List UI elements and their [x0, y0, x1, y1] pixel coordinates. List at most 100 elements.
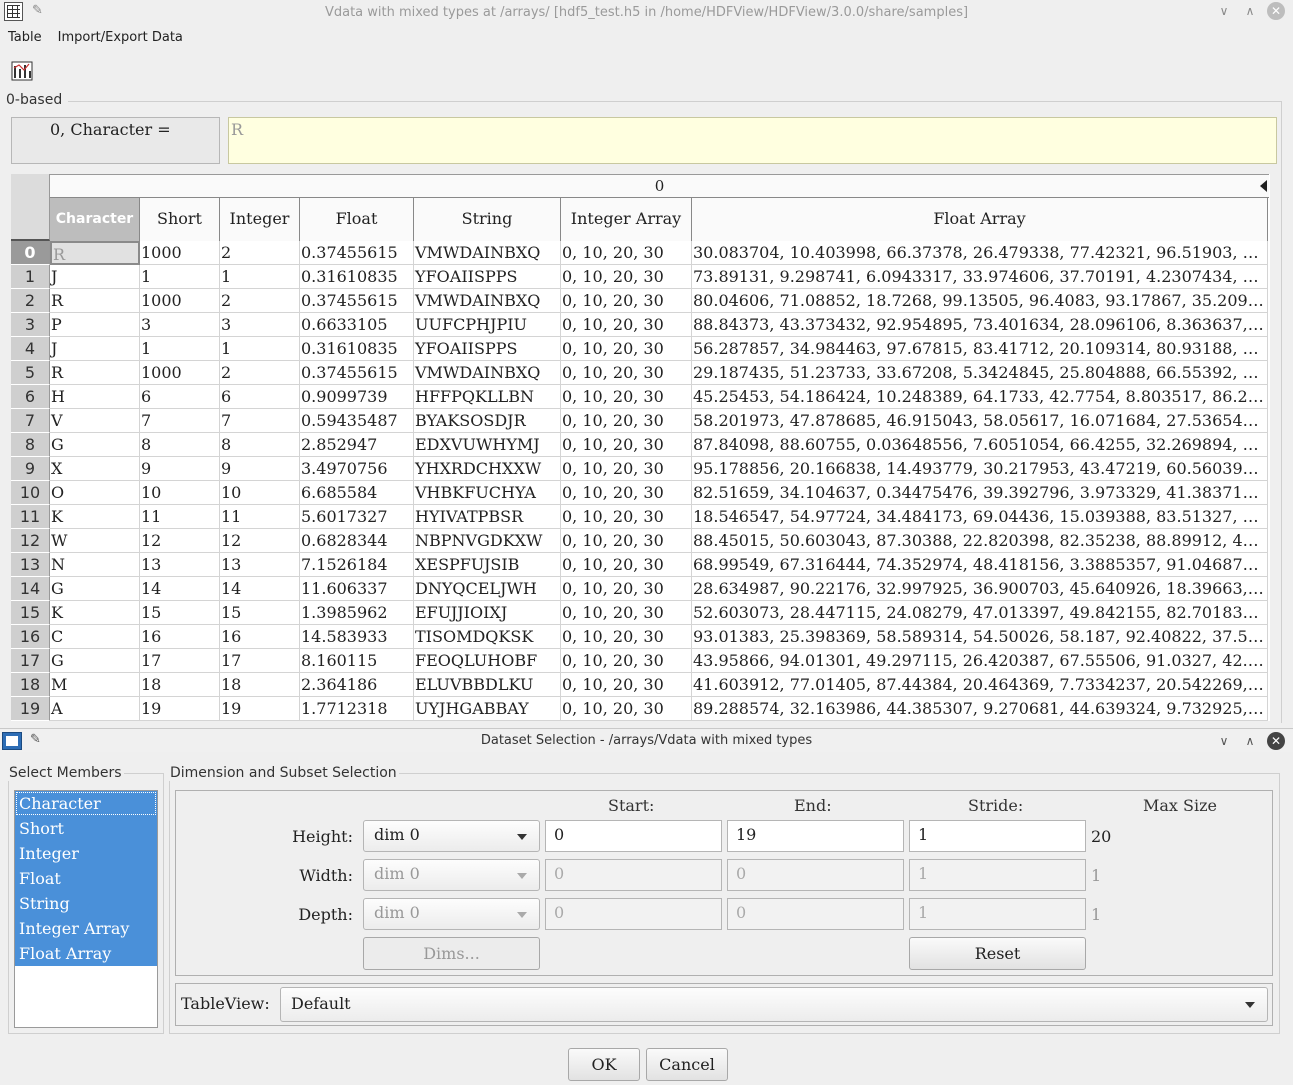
close-icon[interactable]: ✕ — [1267, 732, 1285, 750]
row-header[interactable]: 12 — [11, 529, 50, 553]
table-cell-integer[interactable]: 3 — [220, 313, 300, 337]
cell-value-editor[interactable]: R — [228, 117, 1277, 164]
table-cell-integer[interactable]: 11 — [220, 505, 300, 529]
row-header[interactable]: 6 — [11, 385, 50, 409]
row-header[interactable]: 14 — [11, 577, 50, 601]
table-cell-short[interactable]: 1 — [140, 265, 220, 289]
table-cell-float-array[interactable]: 88.45015, 50.603043, 87.30388, 22.820398… — [692, 529, 1268, 553]
width-stride-field[interactable]: 1 — [909, 859, 1086, 891]
member-item[interactable]: Short — [15, 816, 157, 841]
table-cell-float-array[interactable]: 87.84098, 88.60755, 0.03648556, 7.605105… — [692, 433, 1268, 457]
table-cell-integer-array[interactable]: 0, 10, 20, 30 — [561, 433, 692, 457]
table-cell-integer[interactable]: 2 — [220, 241, 300, 265]
row-header[interactable]: 1 — [11, 265, 50, 289]
table-cell-character[interactable]: A — [50, 697, 140, 721]
table-cell-string[interactable]: EFUJJIOIXJ — [414, 601, 561, 625]
width-start-field[interactable]: 0 — [545, 859, 722, 891]
dialog-titlebar[interactable]: ✎ Dataset Selection - /arrays/Vdata with… — [0, 728, 1293, 752]
row-header[interactable]: 16 — [11, 625, 50, 649]
column-header-integer[interactable]: Integer — [220, 198, 300, 241]
depth-stride-field[interactable]: 1 — [909, 898, 1086, 930]
table-cell-string[interactable]: YFOAIISPPS — [414, 337, 561, 361]
table-cell-short[interactable]: 19 — [140, 697, 220, 721]
table-cell-float[interactable]: 0.37455615 — [300, 361, 414, 385]
table-cell-short[interactable]: 1 — [140, 337, 220, 361]
column-header-string[interactable]: String — [414, 198, 561, 241]
table-cell-character[interactable]: J — [50, 265, 140, 289]
table-cell-integer[interactable]: 19 — [220, 697, 300, 721]
table-cell-integer[interactable]: 14 — [220, 577, 300, 601]
table-cell-float-array[interactable]: 56.287857, 34.984463, 97.67815, 83.41712… — [692, 337, 1268, 361]
table-cell-float-array[interactable]: 43.95866, 94.01301, 49.297115, 26.420387… — [692, 649, 1268, 673]
table-cell-short[interactable]: 6 — [140, 385, 220, 409]
table-cell-integer[interactable]: 10 — [220, 481, 300, 505]
table-cell-float-array[interactable]: 58.201973, 47.878685, 46.915043, 58.0561… — [692, 409, 1268, 433]
table-cell-integer[interactable]: 7 — [220, 409, 300, 433]
table-cell-integer[interactable]: 16 — [220, 625, 300, 649]
table-cell-short[interactable]: 7 — [140, 409, 220, 433]
table-cell-short[interactable]: 14 — [140, 577, 220, 601]
ok-button[interactable]: OK — [568, 1048, 640, 1081]
member-item[interactable]: String — [15, 891, 157, 916]
row-header[interactable]: 10 — [11, 481, 50, 505]
table-cell-character[interactable]: N — [50, 553, 140, 577]
table-cell-integer-array[interactable]: 0, 10, 20, 30 — [561, 313, 692, 337]
width-dim-select[interactable]: dim 0 — [363, 859, 540, 891]
table-cell-integer-array[interactable]: 0, 10, 20, 30 — [561, 577, 692, 601]
table-cell-short[interactable]: 17 — [140, 649, 220, 673]
table-cell-integer-array[interactable]: 0, 10, 20, 30 — [561, 337, 692, 361]
height-start-field[interactable]: 0 — [545, 820, 722, 852]
menu-import-export[interactable]: Import/Export Data — [50, 28, 191, 50]
table-cell-integer-array[interactable]: 0, 10, 20, 30 — [561, 649, 692, 673]
table-cell-float[interactable]: 0.31610835 — [300, 337, 414, 361]
table-cell-character[interactable]: M — [50, 673, 140, 697]
table-cell-string[interactable]: UUFCPHJPIU — [414, 313, 561, 337]
table-cell-integer-array[interactable]: 0, 10, 20, 30 — [561, 385, 692, 409]
table-cell-string[interactable]: YHXRDCHXXW — [414, 457, 561, 481]
table-cell-integer-array[interactable]: 0, 10, 20, 30 — [561, 625, 692, 649]
depth-dim-select[interactable]: dim 0 — [363, 898, 540, 930]
table-cell-integer[interactable]: 17 — [220, 649, 300, 673]
table-cell-string[interactable]: HYIVATPBSR — [414, 505, 561, 529]
table-cell-short[interactable]: 10 — [140, 481, 220, 505]
table-cell-short[interactable]: 15 — [140, 601, 220, 625]
table-cell-short[interactable]: 8 — [140, 433, 220, 457]
table-cell-string[interactable]: VHBKFUCHYA — [414, 481, 561, 505]
member-item[interactable]: Float Array — [15, 941, 157, 966]
table-cell-float-array[interactable]: 82.51659, 34.104637, 0.34475476, 39.3927… — [692, 481, 1268, 505]
minimize-icon[interactable]: ∨ — [1215, 732, 1233, 750]
table-cell-integer[interactable]: 1 — [220, 337, 300, 361]
table-cell-integer-array[interactable]: 0, 10, 20, 30 — [561, 409, 692, 433]
width-end-field[interactable]: 0 — [727, 859, 904, 891]
table-cell-character[interactable]: W — [50, 529, 140, 553]
table-cell-character[interactable]: V — [50, 409, 140, 433]
table-cell-character[interactable]: K — [50, 505, 140, 529]
height-stride-field[interactable]: 1 — [909, 820, 1086, 852]
table-cell-character[interactable]: G — [50, 577, 140, 601]
cancel-button[interactable]: Cancel — [646, 1048, 728, 1081]
height-end-field[interactable]: 19 — [727, 820, 904, 852]
depth-start-field[interactable]: 0 — [545, 898, 722, 930]
table-cell-float[interactable]: 14.583933 — [300, 625, 414, 649]
table-cell-integer[interactable]: 2 — [220, 361, 300, 385]
table-cell-integer-array[interactable]: 0, 10, 20, 30 — [561, 505, 692, 529]
table-cell-float[interactable]: 0.59435487 — [300, 409, 414, 433]
table-cell-character[interactable]: K — [50, 601, 140, 625]
table-cell-integer-array[interactable]: 0, 10, 20, 30 — [561, 601, 692, 625]
maximize-icon[interactable]: ∧ — [1241, 732, 1259, 750]
table-cell-float-array[interactable]: 89.288574, 32.163986, 44.385307, 9.27068… — [692, 697, 1268, 721]
column-header-float[interactable]: Float — [300, 198, 414, 241]
table-cell-integer[interactable]: 1 — [220, 265, 300, 289]
row-header[interactable]: 19 — [11, 697, 50, 721]
row-header[interactable]: 5 — [11, 361, 50, 385]
row-header[interactable]: 3 — [11, 313, 50, 337]
table-cell-string[interactable]: XESPFUJSIB — [414, 553, 561, 577]
table-cell-short[interactable]: 1000 — [140, 241, 220, 265]
tableview-select[interactable]: Default — [280, 987, 1268, 1022]
table-cell-integer-array[interactable]: 0, 10, 20, 30 — [561, 241, 692, 265]
table-cell-float[interactable]: 11.606337 — [300, 577, 414, 601]
table-cell-float[interactable]: 0.9099739 — [300, 385, 414, 409]
table-cell-float[interactable]: 0.6633105 — [300, 313, 414, 337]
minimize-icon[interactable]: ∨ — [1215, 2, 1233, 20]
dims-button[interactable]: Dims... — [363, 937, 540, 970]
